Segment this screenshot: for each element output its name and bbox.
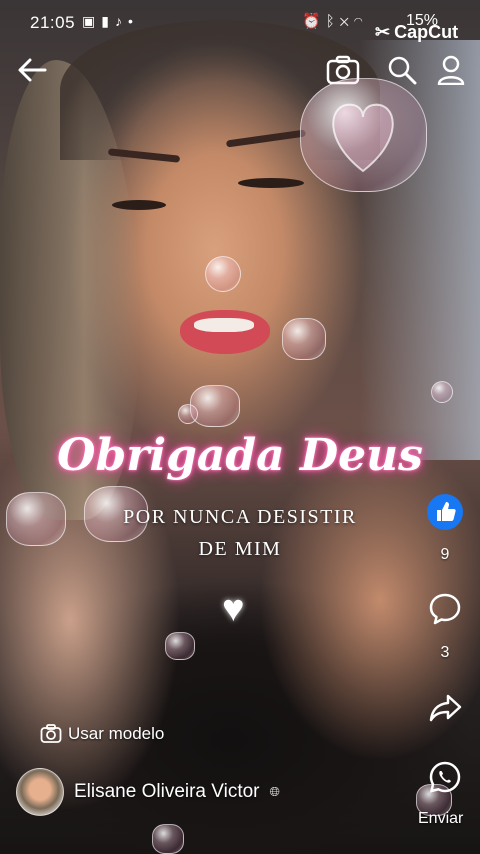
battery-saver-icon: ▮ — [101, 13, 115, 29]
mute-icon: ✕ — [339, 13, 354, 30]
bubble — [178, 404, 198, 424]
center-heart: ♥ — [222, 588, 245, 630]
system-icons: ⏰ᛒ✕◠ — [302, 12, 368, 30]
bluetooth-icon: ᛒ — [325, 13, 340, 30]
overlay-headline: Obrigada Deus — [57, 430, 423, 481]
comment-count: 3 — [440, 644, 450, 661]
heart-bubble — [190, 385, 240, 427]
avatar[interactable] — [16, 768, 64, 816]
use-template-label: Usar modelo — [68, 724, 165, 743]
share-arrow-icon — [429, 694, 462, 722]
bubble — [431, 381, 453, 403]
capcut-logo-icon: ✂ — [375, 22, 391, 42]
status-time: 21:05 — [30, 13, 76, 32]
heart-bubble-large — [300, 78, 427, 192]
like-thumb-icon — [427, 494, 463, 530]
notification-icons: ▣▮♪• — [82, 13, 139, 30]
overlay-line-2: DE MIM — [198, 538, 282, 560]
bubble — [205, 256, 241, 292]
like-count: 9 — [440, 546, 450, 563]
dot-icon: • — [127, 13, 139, 29]
back-button[interactable] — [12, 50, 52, 90]
heart-bubble — [152, 824, 184, 854]
eye-right — [238, 178, 304, 188]
eye-left — [112, 200, 166, 210]
wifi-icon: ◠ — [353, 13, 368, 30]
profile-icon — [437, 55, 465, 85]
whatsapp-icon — [429, 761, 461, 793]
teeth — [194, 318, 254, 332]
alarm-icon: ⏰ — [302, 13, 326, 30]
author-name[interactable]: Elisane Oliveira Victor — [74, 781, 260, 803]
capcut-label: CapCut — [394, 22, 459, 42]
whatsapp-button[interactable] — [425, 757, 465, 797]
heart-bubble — [165, 632, 195, 660]
use-template-button[interactable]: Usar modelo — [40, 724, 164, 744]
overlay-line-1: POR NUNCA DESISTIR — [123, 506, 357, 528]
globe-icon: 🌐︎ — [269, 784, 280, 799]
author-row[interactable]: Elisane Oliveira Victor 🌐︎ — [16, 768, 280, 816]
camera-small-icon — [40, 724, 62, 743]
tiktok-icon: ♪ — [114, 13, 128, 29]
back-arrow-icon — [18, 58, 47, 82]
heart-bubble — [282, 318, 326, 360]
profile-button[interactable] — [431, 50, 471, 90]
capcut-watermark: ✂ CapCut — [375, 22, 458, 43]
comment-button[interactable] — [425, 589, 465, 629]
share-label: Enviar — [418, 810, 464, 827]
comment-icon — [429, 593, 461, 625]
image-icon: ▣ — [82, 13, 102, 29]
like-button[interactable] — [425, 492, 465, 532]
lips — [180, 310, 270, 354]
share-button[interactable] — [425, 688, 465, 728]
